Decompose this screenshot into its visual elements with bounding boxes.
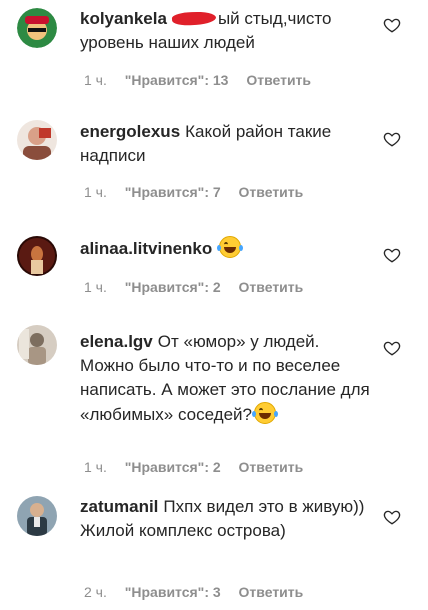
comment-meta: 1 ч. "Нравится": 13 Ответить <box>84 72 325 88</box>
avatar[interactable] <box>17 325 57 365</box>
comment-text: alinaa.litvinenko <box>80 236 375 261</box>
heart-icon[interactable] <box>383 16 401 34</box>
comment-username[interactable]: zatumanil <box>80 497 158 516</box>
heart-icon[interactable] <box>383 508 401 526</box>
comment-username[interactable]: kolyankela <box>80 9 167 28</box>
comment-time: 1 ч. <box>84 72 107 88</box>
avatar[interactable] <box>17 496 57 536</box>
comment-username[interactable]: energolexus <box>80 122 180 141</box>
heart-icon[interactable] <box>383 130 401 148</box>
comment-text: energolexus Какой район такие надписи <box>80 120 375 168</box>
comment-likes[interactable]: "Нравится": 2 <box>125 279 221 295</box>
redaction-mark <box>171 10 217 27</box>
comment-time: 1 ч. <box>84 279 107 295</box>
crying-laughing-emoji-icon <box>217 236 244 258</box>
comment-meta: 1 ч. "Нравится": 2 Ответить <box>84 279 317 295</box>
comment-time: 1 ч. <box>84 459 107 475</box>
comment-username[interactable]: elena.lgv <box>80 332 153 351</box>
reply-button[interactable]: Ответить <box>239 584 304 600</box>
reply-button[interactable]: Ответить <box>239 184 304 200</box>
avatar[interactable] <box>17 236 57 276</box>
comment-likes[interactable]: "Нравится": 7 <box>125 184 221 200</box>
heart-icon[interactable] <box>383 339 401 357</box>
comment-time: 2 ч. <box>84 584 107 600</box>
comment-text: zatumanil Пхпх видел это в живую)) Жилой … <box>80 495 370 543</box>
comment-meta: 1 ч. "Нравится": 2 Ответить <box>84 459 317 475</box>
comment-text: kolyankela ый стыд,чисто уровень наших лю… <box>80 7 370 55</box>
comment-time: 1 ч. <box>84 184 107 200</box>
comment-meta: 2 ч. "Нравится": 3 Ответить <box>84 584 317 600</box>
comment-likes[interactable]: "Нравится": 13 <box>125 72 229 88</box>
comment-text: elena.lgv От «юмор» у людей. Можно было ч… <box>80 330 370 427</box>
crying-laughing-emoji-icon <box>252 402 278 424</box>
comment-likes[interactable]: "Нравится": 3 <box>125 584 221 600</box>
reply-button[interactable]: Ответить <box>239 459 304 475</box>
avatar[interactable] <box>17 8 57 48</box>
reply-button[interactable]: Ответить <box>239 279 304 295</box>
avatar[interactable] <box>17 120 57 160</box>
reply-button[interactable]: Ответить <box>246 72 311 88</box>
comment-meta: 1 ч. "Нравится": 7 Ответить <box>84 184 317 200</box>
heart-icon[interactable] <box>383 246 401 264</box>
comment-likes[interactable]: "Нравится": 2 <box>125 459 221 475</box>
comment-username[interactable]: alinaa.litvinenko <box>80 239 212 258</box>
